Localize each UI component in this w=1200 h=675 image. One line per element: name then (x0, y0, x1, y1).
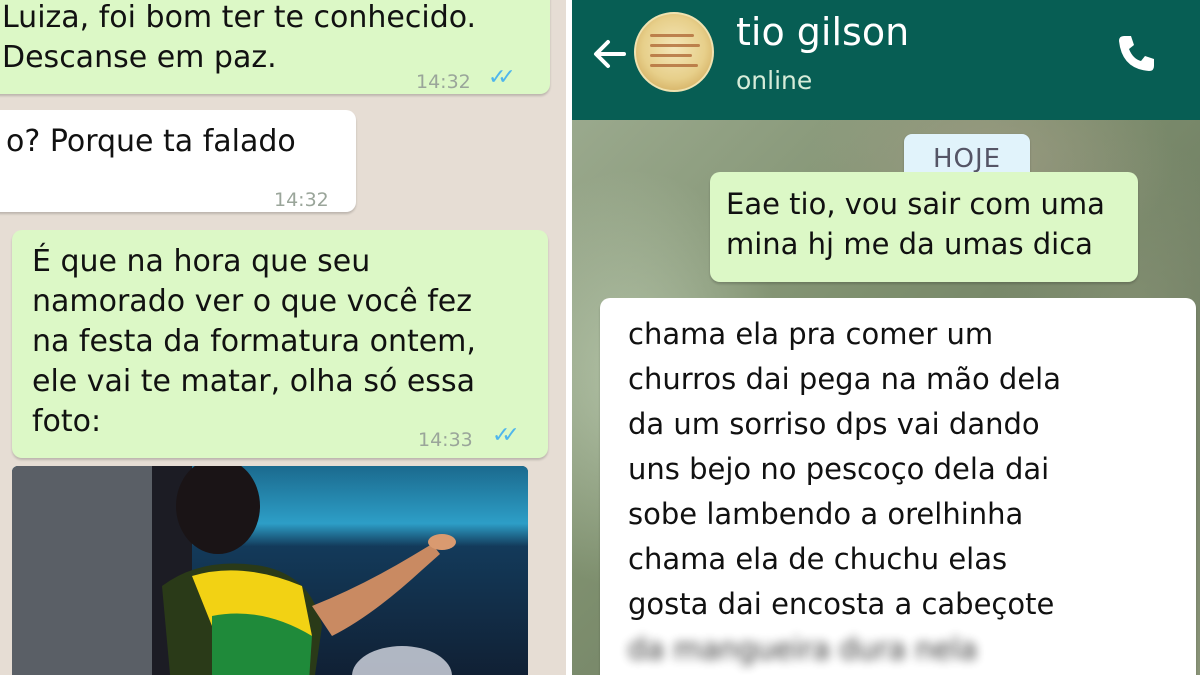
contact-name[interactable]: tio gilson (736, 10, 909, 54)
message-time: 14:33 (418, 429, 473, 451)
right-chat-panel: tio gilson online HOJE Eae tio, vou sair… (572, 0, 1200, 675)
read-ticks-icon: ✓✓ (488, 65, 516, 90)
photo-attachment[interactable] (12, 466, 528, 675)
message-bubble-incoming[interactable]: chama ela pra comer um churros dai pega … (600, 298, 1196, 675)
message-bubble-incoming[interactable]: o? Porque ta falado 14:32 (0, 110, 356, 212)
message-time: 14:32 (416, 71, 471, 93)
message-text: o? Porque ta falado (6, 124, 296, 159)
contact-avatar[interactable] (634, 12, 714, 92)
message-text: É que na hora que seu namorado ver o que… (32, 244, 476, 439)
message-text: chama ela pra comer um churros dai pega … (628, 317, 1062, 621)
message-bubble-outgoing[interactable]: É que na hora que seu namorado ver o que… (12, 230, 548, 458)
message-time: 14:32 (274, 189, 329, 211)
phone-icon[interactable] (1112, 30, 1160, 78)
read-ticks-icon: ✓✓ (492, 423, 520, 448)
chat-header: tio gilson online (572, 0, 1200, 120)
contact-status: online (736, 66, 813, 95)
party-photo (12, 466, 528, 675)
blurred-message-text: da mangueira dura nela (628, 632, 978, 666)
message-text: Eae tio, vou sair com uma mina hj me da … (726, 187, 1105, 261)
message-bubble-outgoing[interactable]: Eae tio, vou sair com uma mina hj me da … (710, 172, 1138, 282)
message-bubble-outgoing[interactable]: Luiza, foi bom ter te conhecido. Descans… (0, 0, 550, 94)
back-arrow-icon[interactable] (588, 32, 632, 76)
left-chat-panel: Luiza, foi bom ter te conhecido. Descans… (0, 0, 566, 675)
